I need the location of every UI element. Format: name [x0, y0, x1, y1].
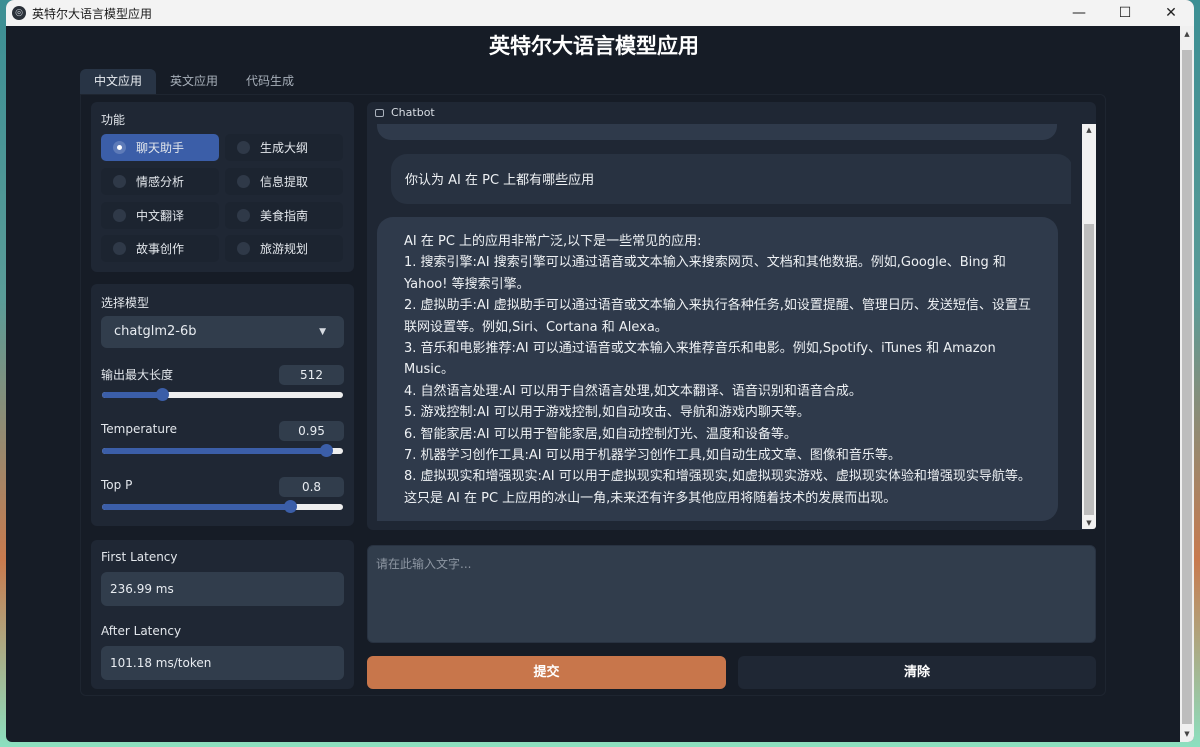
top-p-label: Top P: [101, 478, 133, 492]
page-scrollbar[interactable]: ▲ ▼: [1180, 26, 1194, 742]
app-window: ◎ 英特尔大语言模型应用 — ☐ ✕ ▲ ▼ 英特尔大语言模型应用 中文应用 英…: [6, 0, 1194, 742]
after-latency-value: 101.18 ms/token: [101, 646, 344, 680]
scroll-down-arrow-icon[interactable]: ▼: [1082, 519, 1096, 527]
radio-label: 信息提取: [260, 175, 309, 189]
chat-bubble-icon: [375, 108, 384, 117]
chatbot-header: Chatbot: [375, 106, 435, 119]
radio-info-extract[interactable]: 信息提取: [225, 168, 343, 195]
radio-label: 中文翻译: [136, 209, 185, 223]
radio-dot-icon: [237, 175, 250, 188]
scroll-up-arrow-icon[interactable]: ▲: [1082, 126, 1096, 134]
close-button[interactable]: ✕: [1148, 0, 1194, 26]
chat-scrollbar[interactable]: ▲ ▼: [1082, 124, 1096, 529]
maximize-button[interactable]: ☐: [1102, 0, 1148, 26]
bot-line: 3. 音乐和电影推荐:AI 可以通过语音或文本输入来推荐音乐和电影。例如,Spo…: [404, 341, 996, 378]
page-title: 英特尔大语言模型应用: [489, 34, 699, 58]
first-latency-label: First Latency: [101, 550, 178, 564]
tab-english[interactable]: 英文应用: [156, 69, 232, 94]
clear-button[interactable]: 清除: [738, 656, 1096, 689]
function-label: 功能: [101, 113, 126, 127]
radio-label: 情感分析: [136, 175, 185, 189]
model-selected-value: chatglm2-6b: [114, 324, 197, 339]
message-input-container: [367, 545, 1096, 643]
function-card: 功能 聊天助手 生成大纲 情感分析 信息提取 中文翻译 美食指南 故事创作 旅游…: [91, 102, 354, 272]
latency-card: First Latency 236.99 ms After Latency 10…: [91, 540, 354, 689]
submit-button[interactable]: 提交: [367, 656, 726, 689]
bot-line: 8. 虚拟现实和增强现实:AI 可以用于虚拟现实和增强现实,如虚拟现实游戏、虚拟…: [404, 469, 1031, 485]
slider-thumb[interactable]: [156, 388, 170, 401]
bot-message: AI 在 PC 上的应用非常广泛,以下是一些常见的应用: 1. 搜索引擎:AI …: [377, 217, 1058, 521]
chatbot-label: Chatbot: [391, 106, 435, 119]
radio-sentiment[interactable]: 情感分析: [101, 168, 219, 195]
scroll-down-arrow-icon[interactable]: ▼: [1180, 730, 1194, 738]
bot-line: 1. 搜索引擎:AI 搜索引擎可以通过语音或文本输入来搜索网页、文档和其他数据。…: [404, 255, 1006, 292]
radio-dot-icon: [113, 141, 126, 154]
top-p-slider[interactable]: [102, 500, 343, 513]
tab-bar: 中文应用 英文应用 代码生成: [80, 69, 308, 94]
radio-label: 美食指南: [260, 209, 309, 223]
radio-label: 旅游规划: [260, 242, 309, 256]
radio-dot-icon: [113, 209, 126, 222]
scroll-up-arrow-icon[interactable]: ▲: [1180, 30, 1194, 38]
tab-panel: 功能 聊天助手 生成大纲 情感分析 信息提取 中文翻译 美食指南 故事创作 旅游…: [80, 94, 1106, 696]
message-input[interactable]: [368, 546, 1095, 642]
model-label: 选择模型: [101, 296, 150, 310]
radio-outline[interactable]: 生成大纲: [225, 134, 343, 161]
scroll-thumb[interactable]: [1182, 50, 1192, 724]
radio-dot-icon: [113, 175, 126, 188]
minimize-button[interactable]: —: [1056, 0, 1102, 26]
radio-dot-icon: [237, 141, 250, 154]
title-bar: ◎ 英特尔大语言模型应用 — ☐ ✕: [6, 0, 1194, 26]
previous-message-bubble: [377, 124, 1057, 140]
after-latency-label: After Latency: [101, 624, 182, 638]
chatbot-panel: Chatbot 你认为 AI 在 PC 上都有哪些应用 AI 在 PC 上的应用…: [367, 102, 1096, 530]
chat-scroll-thumb[interactable]: [1084, 224, 1094, 515]
max-length-label: 输出最大长度: [101, 368, 174, 382]
max-length-input[interactable]: 512: [279, 365, 344, 385]
slider-thumb[interactable]: [283, 500, 297, 513]
bot-line: 6. 智能家居:AI 可以用于智能家居,如自动控制灯光、温度和设备等。: [404, 426, 797, 442]
top-p-input[interactable]: 0.8: [279, 477, 344, 497]
bot-line: 这只是 AI 在 PC 上应用的冰山一角,未来还有许多其他应用将随着技术的发展而…: [404, 490, 897, 506]
chevron-down-icon: ▼: [319, 327, 326, 337]
temperature-slider[interactable]: [102, 444, 343, 457]
radio-label: 聊天助手: [136, 141, 185, 155]
app-logo-icon: ◎: [12, 6, 26, 20]
radio-dot-icon: [237, 242, 250, 255]
radio-label: 故事创作: [136, 242, 185, 256]
slider-thumb[interactable]: [320, 444, 334, 457]
bot-line: 2. 虚拟助手:AI 虚拟助手可以通过语音或文本输入来执行各种任务,如设置提醒、…: [404, 298, 1031, 335]
temperature-label: Temperature: [101, 422, 178, 436]
bot-line: 7. 机器学习创作工具:AI 可以用于机器学习创作工具,如自动生成文章、图像和音…: [404, 448, 901, 464]
chat-messages: 你认为 AI 在 PC 上都有哪些应用 AI 在 PC 上的应用非常广泛,以下是…: [377, 124, 1071, 529]
temperature-input[interactable]: 0.95: [279, 421, 344, 441]
first-latency-value: 236.99 ms: [101, 572, 344, 606]
radio-story[interactable]: 故事创作: [101, 235, 219, 262]
bot-line: 4. 自然语言处理:AI 可以用于自然语言处理,如文本翻译、语音识别和语音合成。: [404, 383, 862, 399]
radio-dot-icon: [113, 242, 126, 255]
model-settings-card: 选择模型 chatglm2-6b ▼ 输出最大长度 512 Temperatur…: [91, 284, 354, 526]
user-message: 你认为 AI 在 PC 上都有哪些应用: [391, 154, 1071, 204]
model-select[interactable]: chatglm2-6b ▼: [101, 316, 344, 348]
max-length-slider[interactable]: [102, 388, 343, 401]
bot-line: 5. 游戏控制:AI 可以用于游戏控制,如自动攻击、导航和游戏内聊天等。: [404, 405, 810, 421]
radio-food-guide[interactable]: 美食指南: [225, 202, 343, 229]
radio-translate[interactable]: 中文翻译: [101, 202, 219, 229]
radio-chat-assistant[interactable]: 聊天助手: [101, 134, 219, 161]
tab-code-gen[interactable]: 代码生成: [232, 69, 308, 94]
radio-travel[interactable]: 旅游规划: [225, 235, 343, 262]
radio-label: 生成大纲: [260, 141, 309, 155]
bot-line: AI 在 PC 上的应用非常广泛,以下是一些常见的应用:: [404, 234, 702, 249]
tab-chinese[interactable]: 中文应用: [80, 69, 157, 94]
window-title: 英特尔大语言模型应用: [32, 6, 153, 21]
radio-dot-icon: [237, 209, 250, 222]
